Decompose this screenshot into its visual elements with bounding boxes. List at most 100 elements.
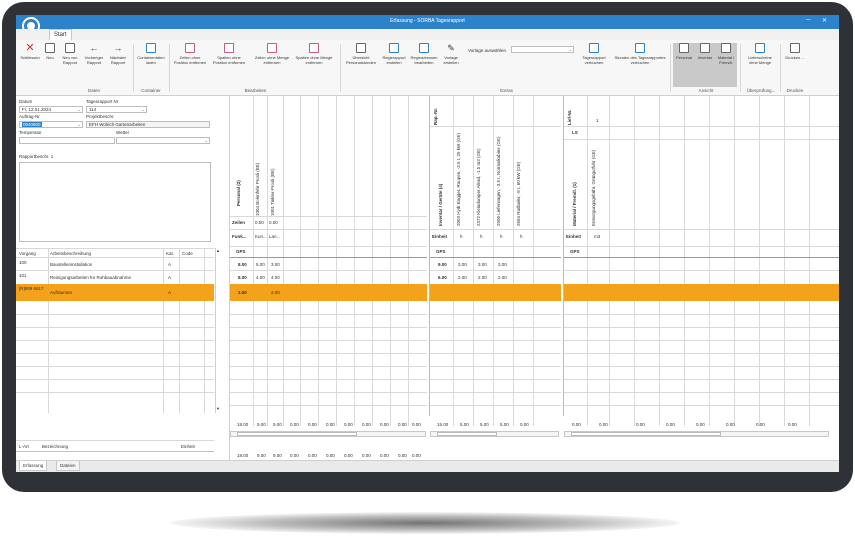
hours-cell[interactable]: 3.00: [458, 262, 467, 267]
book-icon: [589, 43, 599, 53]
chevron-down-icon: ⌄: [77, 122, 81, 127]
vertical-scrollbar[interactable]: [215, 248, 216, 413]
grid-line: [430, 405, 561, 406]
tab-dateien[interactable]: Dateien: [56, 461, 80, 471]
row-total: 8.00: [238, 275, 247, 280]
material-hscrollbar[interactable]: [564, 431, 829, 437]
neu-button[interactable]: Neu: [43, 43, 57, 60]
material-view-button[interactable]: Material / Fremdl.: [716, 43, 736, 65]
ls-label: LS: [572, 130, 578, 135]
chevron-down-icon: ⌄: [141, 107, 145, 112]
material-col-header[interactable]: Entsorgungsgebühr, Grüngutfuhr (GE): [591, 144, 596, 226]
zeilen-ohne-position-button[interactable]: Zeilen ohne Position entfernen: [173, 43, 207, 65]
tools-icon: [700, 43, 710, 53]
ribbon: ✕ Schliessen Neu Neu von Rapport ← Vorheri…: [16, 40, 839, 96]
drucken-button[interactable]: Drucken ...: [784, 43, 806, 60]
stunden-verbuchen-button[interactable]: Stunden des Tagesrapportes verbuchen: [614, 43, 666, 65]
grid-line: [230, 257, 427, 258]
schliessen-button[interactable]: ✕ Schliessen: [20, 43, 40, 61]
row-total: 2.00: [238, 290, 247, 295]
hours-cell[interactable]: 2.00: [458, 275, 467, 280]
row-divider: [16, 270, 214, 271]
hours-cell[interactable]: 4.00: [256, 275, 265, 280]
scroll-down-icon[interactable]: ▼: [216, 406, 220, 411]
inventar-hscrollbar[interactable]: [430, 431, 559, 437]
personal-view-button[interactable]: Personal: [674, 43, 694, 60]
grid-line: [684, 96, 685, 426]
spalten-ohne-position-button[interactable]: Spalten ohne Position entfernen: [211, 43, 247, 65]
auftrag-field[interactable]: 0040600 ⌄: [19, 121, 83, 128]
footer-sum: 0.00: [412, 422, 421, 427]
regieadressen-button[interactable]: Regieadressen bearbeiten: [410, 43, 438, 65]
scroll-thumb[interactable]: [237, 432, 357, 436]
group-drucken: Drucken: [786, 88, 804, 93]
vorlage-select[interactable]: ⌄: [511, 46, 574, 53]
chevron-down-icon: ⌄: [204, 138, 208, 143]
tagesrapport-verbuchen-button[interactable]: Tagesrapport verbuchen: [579, 43, 609, 65]
personal-col-header[interactable]: 1001 Tinkler-Prosli (BE): [270, 146, 275, 216]
hours-cell[interactable]: 3.00: [478, 262, 487, 267]
inventar-col-header[interactable]: 2604 Radlader, -8 t, 60 kW (GE): [516, 146, 521, 226]
inventar-col-header[interactable]: 2372 Kleindumper Allrad, -1.5 m3 (GE): [476, 136, 481, 226]
col-divider: [179, 248, 180, 413]
col-header-bezeichnung: Bezeichnung: [42, 444, 69, 449]
naechster-label: Nächster Rapport: [109, 55, 126, 65]
grid-line: [564, 270, 839, 271]
row-divider: [16, 353, 214, 354]
hours-cell[interactable]: 2.00: [271, 290, 280, 295]
tagesrapport-field[interactable]: 114 ⌄: [86, 106, 147, 113]
naechster-rapport-button[interactable]: → Nächster Rapport: [107, 43, 129, 65]
grid-line: [564, 405, 839, 406]
person-icon: [679, 43, 689, 53]
hours-cell[interactable]: 2.00: [478, 275, 487, 280]
uebersicht-personalstunden-button[interactable]: Übersicht Personalstunden: [344, 43, 378, 65]
vorheriger-rapport-button[interactable]: ← Vorheriger Rapport: [83, 43, 105, 65]
row-total: 9.00: [438, 262, 447, 267]
regierapport-button[interactable]: Regierapport erstellen: [380, 43, 408, 65]
neu-von-rapport-button[interactable]: Neu von Rapport: [59, 43, 81, 65]
zeilen-ohne-menge-button[interactable]: Zeilen ohne Menge entfernen: [254, 43, 290, 65]
minimize-icon[interactable]: ─: [806, 17, 810, 23]
close-window-icon[interactable]: ✕: [822, 17, 827, 24]
lieferscheine-label: Lieferscheine ohne Menge: [748, 55, 772, 65]
ribbon-tabs: Start: [16, 29, 839, 41]
wetter-select[interactable]: ⌄: [116, 137, 210, 144]
row-divider: [16, 340, 214, 341]
table-border: [16, 248, 214, 249]
datum-field[interactable]: Fr, 12.01.2024 ⌄: [19, 106, 83, 113]
temperatur-field[interactable]: [19, 137, 115, 144]
hours-cell[interactable]: 3.00: [271, 262, 280, 267]
personal-hscrollbar[interactable]: [230, 431, 426, 437]
row-beschreibung: Reinigungsarbeiten für Rohbauabnahme: [50, 275, 132, 280]
spalten-ohne-menge-button[interactable]: Spalten ohne Menge entfernen: [294, 43, 334, 65]
scroll-thumb[interactable]: [571, 432, 721, 436]
grid-line: [564, 340, 839, 341]
grid-line: [336, 96, 337, 426]
inventar-view-button[interactable]: Inventar: [695, 43, 715, 60]
rapportbeschr-textarea[interactable]: [19, 162, 211, 242]
device-shadow: [170, 512, 680, 534]
footer-sum: 0.00: [380, 422, 389, 427]
regieadressen-label: Regieadressen bearbeiten: [410, 55, 438, 65]
grid-line: [587, 96, 588, 426]
containerdaten-button[interactable]: Containerdaten laden: [137, 43, 165, 65]
hours-cell[interactable]: 4.00: [271, 275, 280, 280]
group-extras: Extras: [500, 88, 513, 93]
footer-sum: 0.00: [362, 422, 371, 427]
inventar-col-header[interactable]: 2003 Hydr.Bagger, Raupen, -3.5 t, 25 kW …: [456, 133, 461, 226]
hours-cell[interactable]: 5.00: [256, 262, 265, 267]
scroll-thumb[interactable]: [437, 432, 497, 436]
spalten-ohne-position-label: Spalten ohne Position entfernen: [212, 55, 246, 65]
hours-cell[interactable]: 3.00: [498, 262, 507, 267]
tab-erfassung[interactable]: Erfassung: [19, 461, 48, 471]
scroll-up-icon[interactable]: ▲: [216, 248, 220, 253]
grid-line: [430, 392, 561, 393]
grid-line: [430, 353, 561, 354]
inventar-col-header[interactable]: 2506 Lieferwagen, -3.5 t, Normalkabine (…: [496, 136, 501, 226]
inventar-label: Inventar: [697, 55, 713, 60]
personal-col-header[interactable]: 1004 Bolenfehr Prosli (BE): [255, 146, 260, 216]
lieferscheine-button[interactable]: Lieferscheine ohne Menge: [744, 43, 776, 65]
vorlage-erstellen-button[interactable]: ✎ Vorlage erstellen: [440, 43, 462, 65]
hours-cell[interactable]: 2.00: [498, 275, 507, 280]
group-container: Container: [141, 88, 161, 93]
